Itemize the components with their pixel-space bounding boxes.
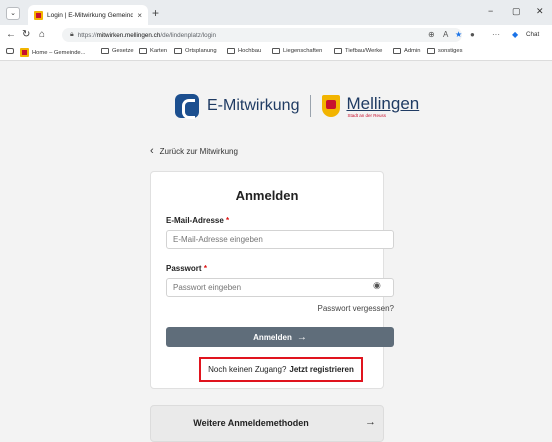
bookmark-karten[interactable]: Karten: [139, 48, 167, 54]
home-icon[interactable]: ⌂: [39, 28, 45, 42]
back-arrow-icon[interactable]: ←: [6, 28, 16, 42]
brand-divider: [310, 95, 312, 117]
browser-tab-bar: ⌄ Login | E-Mitwirkung Gemeinde M × + − …: [0, 0, 552, 25]
bookmark-ortsplanung[interactable]: Ortsplanung: [174, 48, 217, 54]
email-label: E-Mail-Adresse *: [166, 216, 230, 225]
login-title: Anmelden: [235, 188, 299, 203]
chevron-left-icon: ‹: [150, 145, 154, 157]
bookmark-liegenschaften[interactable]: Liegenschaften: [272, 48, 322, 54]
address-bar: ← ↻ ⌂ 🔒︎ https://mitwirken.mellingen.ch/…: [0, 25, 552, 45]
town-tagline: Stadt an der Reuss: [347, 113, 386, 118]
register-link[interactable]: Jetzt registrieren: [289, 365, 353, 374]
bookmark-home[interactable]: Home – Gemeinde...: [20, 48, 86, 57]
maximize-button[interactable]: ▢: [512, 6, 521, 17]
bookmark-sonstiges[interactable]: sonstiges: [427, 48, 463, 54]
more-login-methods-button[interactable]: Weitere Anmeldemethoden →: [150, 405, 384, 442]
folder-icon: [334, 48, 342, 54]
app-name: E-Mitwirkung: [207, 97, 300, 114]
tab-title: Login | E-Mitwirkung Gemeinde M: [47, 11, 134, 19]
lock-icon: 🔒︎: [70, 31, 74, 38]
town-crest-icon: [322, 95, 341, 117]
forgot-password-link[interactable]: Passwort vergessen?: [0, 304, 394, 313]
folder-icon: [272, 48, 280, 54]
folder-icon: [139, 48, 147, 54]
password-label: Passwort *: [166, 264, 207, 273]
minimize-button[interactable]: −: [488, 6, 493, 16]
brand-header: E-Mitwirkung Mellingen Stadt an der Reus…: [175, 94, 419, 119]
arrow-right-icon: →: [296, 331, 307, 343]
login-submit-button[interactable]: Anmelden →: [166, 327, 394, 347]
chat-button[interactable]: Chat: [526, 30, 539, 40]
town-favicon-icon: [20, 48, 29, 57]
zoom-icon[interactable]: ⊕: [428, 30, 435, 40]
close-window-button[interactable]: ✕: [536, 6, 544, 17]
town-name: Mellingen: [346, 94, 420, 113]
browser-tab-active[interactable]: Login | E-Mitwirkung Gemeinde M ×: [28, 5, 148, 25]
email-field[interactable]: [166, 230, 394, 249]
e-mitwirkung-logo-icon: [175, 94, 199, 119]
read-aloud-icon[interactable]: A: [443, 30, 448, 40]
bookmark-gesetze[interactable]: Gesetze: [101, 48, 134, 54]
bookmark-admin[interactable]: Admin: [393, 48, 420, 54]
profile-icon[interactable]: ●: [470, 30, 475, 40]
url-text: https://mitwirken.mellingen.ch/de/linden…: [77, 31, 217, 39]
new-tab-button[interactable]: +: [152, 6, 159, 20]
bookmark-tiefbau-werke[interactable]: Tiefbau/Werke: [334, 48, 382, 54]
folder-icon: [393, 48, 401, 54]
password-field[interactable]: [166, 278, 394, 297]
more-methods-label: Weitere Anmeldemethoden: [193, 418, 309, 428]
url-field[interactable]: 🔒︎ https://mitwirken.mellingen.ch/de/lin…: [62, 28, 462, 42]
arrow-right-icon: →: [365, 416, 376, 428]
submit-label: Anmelden: [253, 332, 292, 342]
favorites-star-icon[interactable]: ★: [455, 30, 462, 40]
bookmarks-bar: Home – Gemeinde... Gesetze Karten Ortspl…: [0, 45, 552, 61]
more-menu-icon[interactable]: ···: [492, 30, 500, 40]
copilot-icon[interactable]: ◆: [512, 30, 518, 40]
reload-icon[interactable]: ↻: [22, 28, 30, 42]
folder-icon: [427, 48, 435, 54]
register-prefix: Noch keinen Zugang?: [208, 365, 287, 374]
town-favicon-icon: [34, 10, 43, 20]
folder-icon: [174, 48, 182, 54]
tab-actions-button[interactable]: ⌄: [6, 7, 20, 20]
bookmark-hochbau[interactable]: Hochbau: [227, 48, 261, 54]
tab-close-icon[interactable]: ×: [137, 11, 142, 20]
show-password-eye-icon[interactable]: ◉: [373, 280, 381, 291]
bookmarks-toggle-icon[interactable]: [6, 48, 14, 54]
register-prompt: Noch keinen Zugang? Jetzt registrieren: [199, 357, 363, 382]
folder-icon: [227, 48, 235, 54]
back-to-participation-link[interactable]: ‹ Zurück zur Mitwirkung: [150, 145, 238, 157]
town-brand[interactable]: Mellingen Stadt an der Reuss: [346, 94, 419, 118]
folder-icon: [101, 48, 109, 54]
back-link-label: Zurück zur Mitwirkung: [159, 146, 238, 156]
